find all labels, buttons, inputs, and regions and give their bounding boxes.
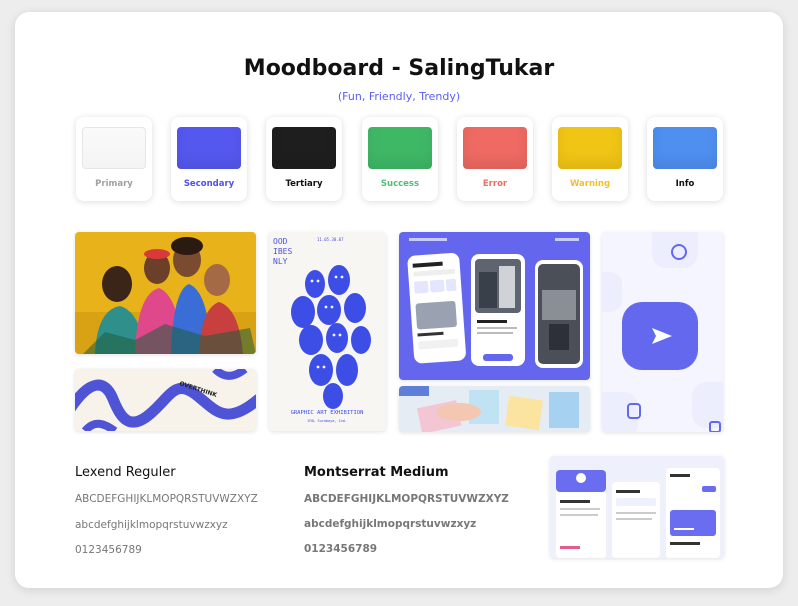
swatch-label: Primary	[95, 179, 133, 189]
swatch-color	[272, 127, 336, 169]
montserrat-digits: 0123456789	[304, 543, 378, 555]
swatch-color	[653, 127, 717, 169]
swatch-color	[82, 127, 146, 169]
lexend-uppercase: ABCDEFGHIJKLMOPQRSTUVWZXYZ	[75, 493, 258, 505]
swatch-label: Error	[482, 179, 508, 189]
lexend-lowercase: abcdefghijklmopqrstuvwzxyz	[75, 519, 228, 531]
app-icon-image	[602, 232, 723, 432]
swatch-info: Info	[647, 117, 723, 201]
ui-screens-image	[550, 456, 724, 558]
wave-pattern-image: OVERTHINK	[75, 369, 256, 431]
swatch-error: Error	[457, 117, 533, 201]
swatch-label: Warning	[569, 179, 611, 189]
lexend-digits: 0123456789	[75, 544, 142, 556]
montserrat-lowercase: abcdefghijklmopqrstuvwzxyz	[304, 518, 477, 530]
people-photo	[75, 232, 256, 354]
poster-footer: 1FOL Surabaya, Ind.	[307, 419, 347, 423]
page-title: Moodboard - SalingTukar	[243, 56, 555, 81]
swatch-color	[463, 127, 527, 169]
swatch-label: Success	[380, 179, 420, 189]
montserrat-uppercase: ABCDEFGHIJKLMOPQRSTUVWZXYZ	[304, 493, 509, 505]
poster-headline-3: NLY	[273, 257, 288, 266]
font-name-lexend: Lexend Reguler	[75, 465, 176, 480]
swatch-secondary: Secondary	[171, 117, 247, 201]
swatch-success: Success	[362, 117, 438, 201]
font-name-montserrat: Montserrat Medium	[304, 465, 449, 480]
app-mockup-image	[399, 232, 590, 380]
poster-headline-1: OOD	[273, 237, 288, 246]
poster-date: 11.05.30.07	[317, 237, 344, 242]
swatch-primary: Primary	[76, 117, 152, 201]
swatch-label: Tertiary	[285, 179, 323, 189]
swatch-label: Info	[675, 179, 695, 189]
exhibition-poster: OOD IBES NLY 11.05.30.07 GRAPHIC ART EXH…	[269, 232, 386, 431]
page-subtitle: (Fun, Friendly, Trendy)	[337, 90, 461, 103]
moodboard-card: Moodboard - SalingTukar (Fun, Friendly, …	[15, 12, 783, 588]
swatch-label: Secondary	[183, 179, 235, 189]
poster-headline-2: IBES	[273, 247, 292, 256]
art-supplies-photo	[399, 386, 590, 432]
swatch-tertiary: Tertiary	[266, 117, 342, 201]
swatch-color	[177, 127, 241, 169]
swatch-color	[368, 127, 432, 169]
poster-caption: GRAPHIC ART EXHIBITION	[291, 410, 364, 416]
swatch-warning: Warning	[552, 117, 628, 201]
swatch-color	[558, 127, 622, 169]
